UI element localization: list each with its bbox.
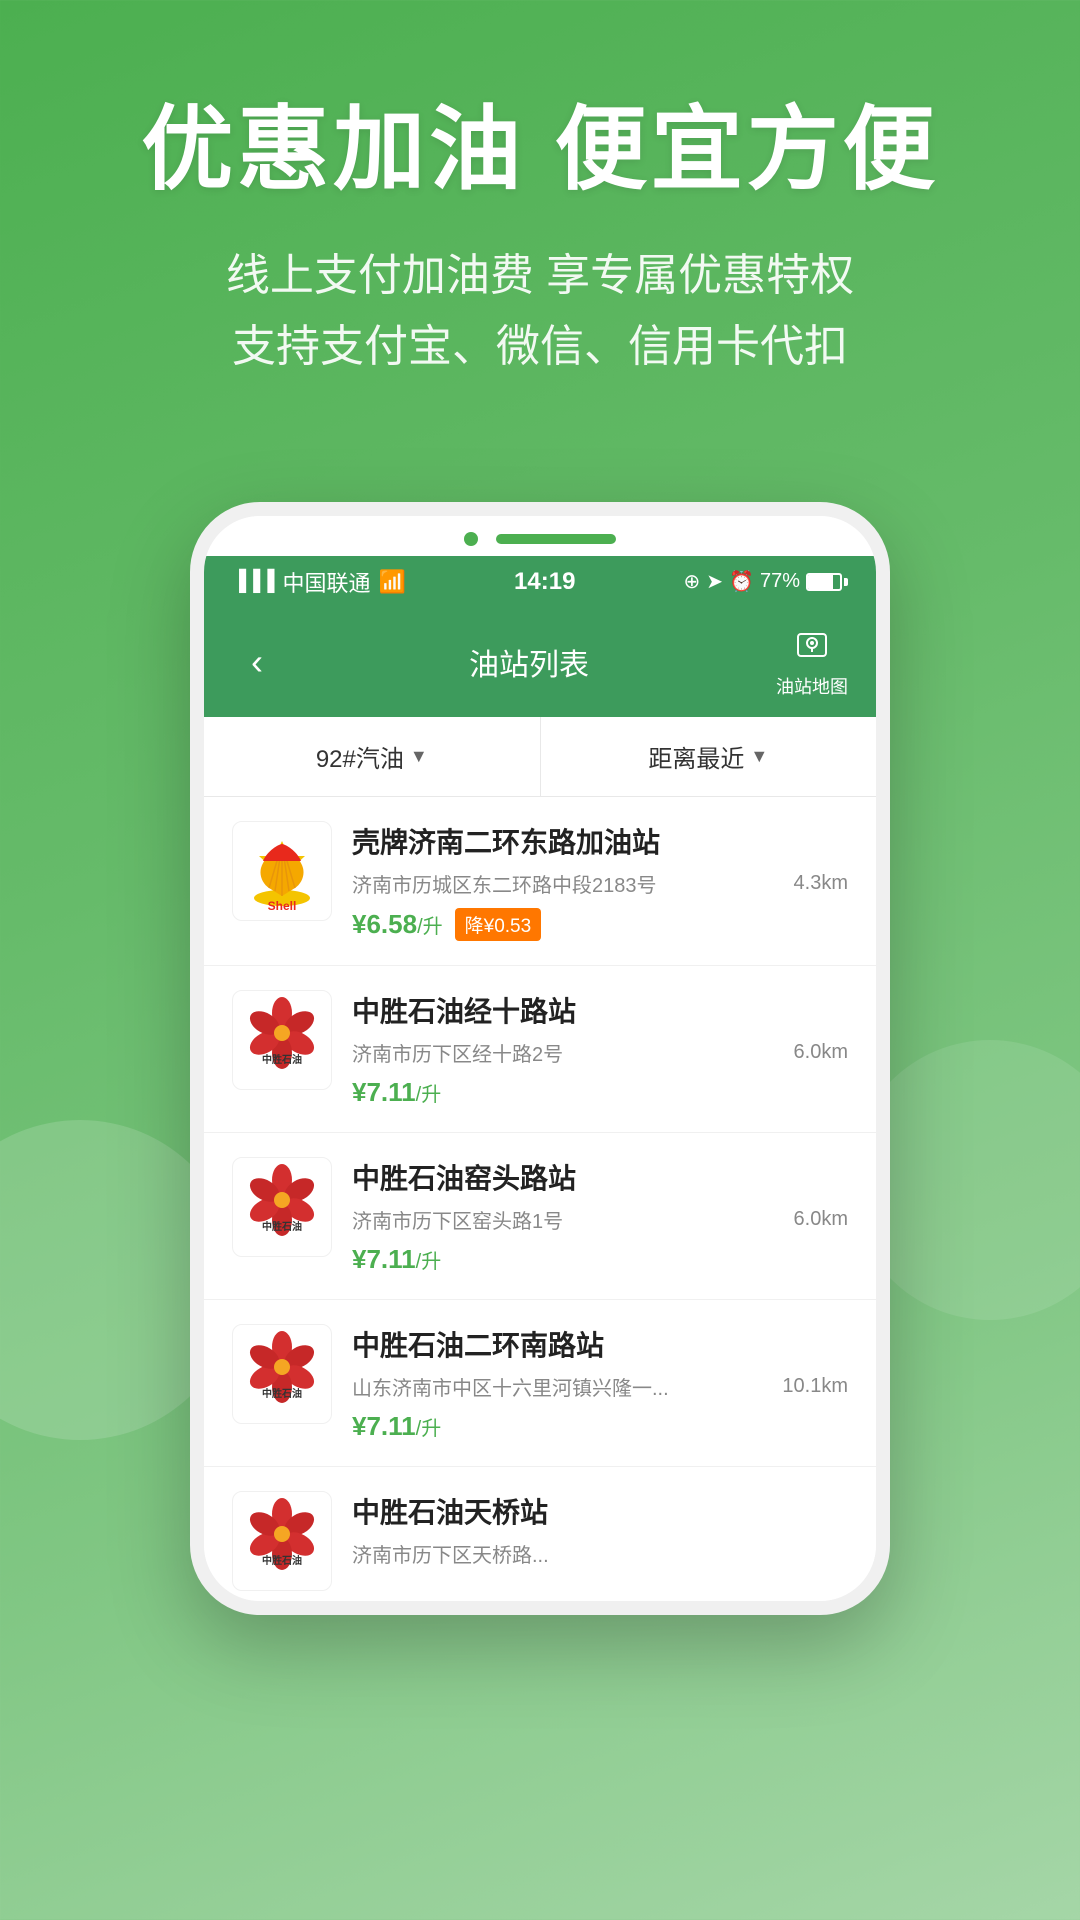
station-info: 中胜石油经十路站 济南市历下区经十路2号 6.0km ¥7.11/升: [352, 990, 848, 1108]
station-price: ¥7.11/升: [352, 1244, 441, 1275]
discount-badge: 降¥0.53: [455, 908, 542, 941]
station-item[interactable]: Shell 壳牌济南二环东路加油站 济南市历城区东二环路中段2183号 4.3k…: [204, 797, 876, 966]
station-distance: 6.0km: [794, 1041, 848, 1064]
station-info: 中胜石油二环南路站 山东济南市中区十六里河镇兴隆一... 10.1km ¥7.1…: [352, 1324, 848, 1442]
sort-filter[interactable]: 距离最近 ▼: [541, 717, 877, 796]
sort-label: 距离最近: [648, 739, 744, 774]
phone-speaker: [496, 534, 616, 544]
map-icon: [794, 626, 830, 671]
app-header: ‹ 油站列表 油站地图: [204, 608, 876, 717]
price-row: ¥7.11/升: [352, 1244, 848, 1275]
map-button[interactable]: 油站地图: [776, 626, 848, 699]
fuel-type-arrow: ▼: [410, 746, 428, 767]
filter-bar: 92#汽油 ▼ 距离最近 ▼: [204, 717, 876, 797]
carrier-name: 中国联通: [283, 566, 371, 598]
hero-title: 优惠加油 便宜方便: [60, 100, 1020, 201]
fuel-type-label: 92#汽油: [316, 739, 404, 774]
station-logo-shell: Shell: [232, 821, 332, 921]
station-name: 中胜石油经十路站: [352, 990, 848, 1030]
station-distance: 6.0km: [794, 1208, 848, 1231]
svg-text:中胜石油: 中胜石油: [262, 1053, 302, 1066]
station-info: 中胜石油天桥站 济南市历下区天桥路...: [352, 1491, 848, 1578]
page-title: 油站列表: [469, 640, 589, 684]
phone-top-bar: [204, 516, 876, 556]
status-bar: ▐▐▐ 中国联通 📶 14:19 ⊕ ➤ ⏰ 77%: [204, 556, 876, 608]
battery-indicator: [806, 573, 848, 591]
price-row: ¥7.11/升: [352, 1077, 848, 1108]
signal-icon: ▐▐▐: [232, 570, 275, 593]
station-addr-row: 济南市历城区东二环路中段2183号 4.3km: [352, 869, 848, 898]
price-row: ¥6.58/升 降¥0.53: [352, 908, 848, 941]
station-address: 济南市历下区窑头路1号: [352, 1205, 784, 1234]
station-name: 壳牌济南二环东路加油站: [352, 821, 848, 861]
svg-text:中胜石油: 中胜石油: [262, 1220, 302, 1233]
sort-arrow: ▼: [750, 746, 768, 767]
svg-text:中胜石油: 中胜石油: [262, 1387, 302, 1400]
station-distance: 10.1km: [782, 1375, 848, 1398]
nav-icon: ➤: [706, 569, 723, 594]
location-icon: ⊕: [684, 569, 701, 594]
station-name: 中胜石油天桥站: [352, 1491, 848, 1531]
price-row: ¥7.11/升: [352, 1411, 848, 1442]
hero-subtitle-line1: 线上支付加油费 享专属优惠特权: [60, 241, 1020, 311]
station-price: ¥7.11/升: [352, 1077, 441, 1108]
station-info: 壳牌济南二环东路加油站 济南市历城区东二环路中段2183号 4.3km ¥6.5…: [352, 821, 848, 941]
back-button[interactable]: ‹: [232, 641, 282, 683]
station-price: ¥7.11/升: [352, 1411, 441, 1442]
station-item-partial[interactable]: 中胜石油 中胜石油天桥站 济南市历下区天桥路...: [204, 1467, 876, 1601]
hero-section: 优惠加油 便宜方便 线上支付加油费 享专属优惠特权 支持支付宝、微信、信用卡代扣: [0, 0, 1080, 442]
hero-subtitle-line2: 支持支付宝、微信、信用卡代扣: [60, 312, 1020, 382]
station-addr-row: 济南市历下区窑头路1号 6.0km: [352, 1205, 848, 1234]
status-left: ▐▐▐ 中国联通 📶: [232, 566, 406, 598]
hero-subtitle: 线上支付加油费 享专属优惠特权 支持支付宝、微信、信用卡代扣: [60, 241, 1020, 382]
wifi-icon: 📶: [379, 569, 406, 595]
station-name: 中胜石油窑头路站: [352, 1157, 848, 1197]
station-item[interactable]: 中胜石油 中胜石油经十路站 济南市历下区经十路2号 6.0km ¥7.11/升: [204, 966, 876, 1133]
svg-text:中胜石油: 中胜石油: [262, 1554, 302, 1567]
station-addr-row: 山东济南市中区十六里河镇兴隆一... 10.1km: [352, 1372, 848, 1401]
station-list: Shell 壳牌济南二环东路加油站 济南市历城区东二环路中段2183号 4.3k…: [204, 797, 876, 1601]
phone-mockup: ▐▐▐ 中国联通 📶 14:19 ⊕ ➤ ⏰ 77% ‹ 油站列: [190, 502, 890, 1615]
station-price: ¥6.58/升: [352, 909, 443, 940]
station-addr-row: 济南市历下区经十路2号 6.0km: [352, 1038, 848, 1067]
fuel-type-filter[interactable]: 92#汽油 ▼: [204, 717, 541, 796]
status-time: 14:19: [514, 568, 575, 596]
station-logo-zhongsheng: 中胜石油: [232, 1324, 332, 1424]
station-address: 济南市历城区东二环路中段2183号: [352, 869, 784, 898]
battery-percent: 77%: [760, 570, 800, 593]
station-item[interactable]: 中胜石油 中胜石油窑头路站 济南市历下区窑头路1号 6.0km ¥7.11/升: [204, 1133, 876, 1300]
station-addr-row: 济南市历下区天桥路...: [352, 1539, 848, 1568]
station-distance: 4.3km: [794, 872, 848, 895]
station-address: 济南市历下区经十路2号: [352, 1038, 784, 1067]
station-info: 中胜石油窑头路站 济南市历下区窑头路1号 6.0km ¥7.11/升: [352, 1157, 848, 1275]
station-name: 中胜石油二环南路站: [352, 1324, 848, 1364]
alarm-icon: ⏰: [729, 569, 754, 594]
station-logo-zhongsheng: 中胜石油: [232, 1491, 332, 1591]
station-address: 济南市历下区天桥路...: [352, 1539, 848, 1568]
station-item[interactable]: 中胜石油 中胜石油二环南路站 山东济南市中区十六里河镇兴隆一... 10.1km…: [204, 1300, 876, 1467]
station-logo-zhongsheng: 中胜石油: [232, 1157, 332, 1257]
status-right: ⊕ ➤ ⏰ 77%: [684, 569, 848, 594]
phone-camera: [464, 532, 478, 546]
station-address: 山东济南市中区十六里河镇兴隆一...: [352, 1372, 772, 1401]
svg-text:Shell: Shell: [268, 899, 297, 913]
map-label: 油站地图: [776, 673, 848, 699]
station-logo-zhongsheng: 中胜石油: [232, 990, 332, 1090]
